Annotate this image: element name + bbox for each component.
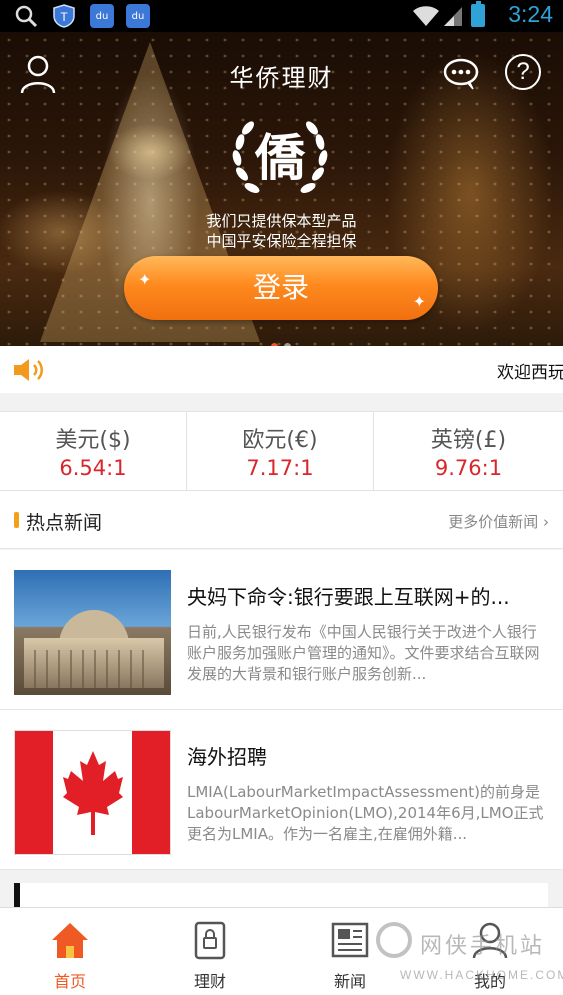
rate-value: 6.54:1 xyxy=(59,456,127,480)
baidu-paw-icon: du xyxy=(90,4,114,28)
status-bar: T du du 3:24 xyxy=(0,0,563,32)
more-news-link[interactable]: 更多价值新闻 › xyxy=(448,511,549,532)
news-item-partial[interactable] xyxy=(14,883,548,909)
clock: 3:24 xyxy=(508,1,553,27)
news-summary: 日前,人民银行发布《中国人民银行关于改进个人银行账户服务加强账户管理的通知》。文… xyxy=(187,623,540,683)
login-button-label: 登录 xyxy=(252,271,309,304)
site-watermark: 网侠手机站 WWW.HACKHOME.COM xyxy=(376,920,563,990)
search-icon xyxy=(15,5,38,28)
shield-icon: T xyxy=(53,4,75,28)
login-button[interactable]: 登录 ✦ ✦ xyxy=(124,256,438,320)
help-icon[interactable]: ? xyxy=(505,54,541,90)
hero-banner[interactable]: 华侨理财 ? 僑 我们只提供保本型产品 中国平安保险全程担保 登录 ✦ ✦ xyxy=(0,32,563,346)
rate-name: 美元($) xyxy=(55,428,131,453)
maple-leaf-icon xyxy=(63,751,123,835)
svg-text:T: T xyxy=(60,10,68,24)
hot-news-header: 热点新闻 更多价值新闻 › xyxy=(0,491,563,549)
rate-usd[interactable]: 美元($) 6.54:1 xyxy=(0,412,187,490)
baidu-paw-icon: du xyxy=(126,4,150,28)
rate-eur[interactable]: 欧元(€) 7.17:1 xyxy=(187,412,374,490)
news-thumbnail xyxy=(14,570,171,695)
news-summary: LMIA(LabourMarketImpactAssessment)的前身是La… xyxy=(187,783,544,843)
nav-label: 理财 xyxy=(193,972,226,991)
exchange-rates: 美元($) 6.54:1 欧元(€) 7.17:1 英镑(£) 9.76:1 xyxy=(0,411,563,491)
slogan-line: 中国平安保险全程担保 xyxy=(206,232,357,250)
chat-icon[interactable] xyxy=(443,56,479,92)
section-title: 热点新闻 xyxy=(26,512,103,534)
announcement-text: 欢迎西玩 xyxy=(497,363,563,383)
section-marker xyxy=(14,512,19,528)
nav-finance[interactable]: 理财 xyxy=(140,908,280,995)
sparkle-icon: ✦ xyxy=(412,292,426,311)
slogan-line: 我们只提供保本型产品 xyxy=(206,212,357,230)
wifi-icon xyxy=(413,6,439,26)
speaker-icon xyxy=(14,359,43,381)
signal-icon xyxy=(444,7,462,26)
huaqiao-logo: 僑 xyxy=(228,110,332,210)
newspaper-icon xyxy=(331,922,369,958)
watermark-url: WWW.HACKHOME.COM xyxy=(400,968,563,982)
rate-name: 英镑(£) xyxy=(430,428,507,453)
rate-gbp[interactable]: 英镑(£) 9.76:1 xyxy=(375,412,562,490)
nav-label: 首页 xyxy=(53,972,86,991)
battery-icon xyxy=(471,1,485,27)
sparkle-icon: ✦ xyxy=(138,270,152,289)
news-thumbnail xyxy=(14,730,171,855)
nav-home[interactable]: 首页 xyxy=(0,908,140,995)
rate-value: 7.17:1 xyxy=(246,456,314,480)
news-headline: 海外招聘 xyxy=(187,745,267,769)
rate-value: 9.76:1 xyxy=(434,456,503,480)
watermark-text: 网侠手机站 xyxy=(420,934,546,959)
watermark-logo-icon xyxy=(376,922,412,958)
news-item[interactable]: 海外招聘 LMIA(LabourMarketImpactAssessment)的… xyxy=(0,710,563,870)
rate-name: 欧元(€) xyxy=(242,428,318,453)
news-headline: 央妈下命令:银行要跟上互联网+的... xyxy=(187,585,510,609)
logo-character: 僑 xyxy=(255,129,305,187)
finance-book-icon xyxy=(194,921,226,960)
news-item[interactable]: 央妈下命令:银行要跟上互联网+的... 日前,人民银行发布《中国人民银行关于改进… xyxy=(0,550,563,710)
home-icon xyxy=(52,923,88,958)
carousel-indicator xyxy=(271,335,297,346)
announcement-bar[interactable]: 欢迎西玩 xyxy=(0,346,563,393)
